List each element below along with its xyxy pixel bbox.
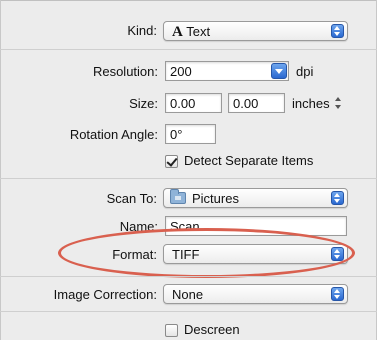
kind-value: A Text [172, 24, 210, 41]
kind-value-text: Text [186, 24, 211, 39]
resolution-dropdown-button[interactable] [271, 63, 287, 79]
popup-arrows-icon [331, 24, 344, 38]
rotation-value: 0° [170, 127, 183, 142]
separator [0, 311, 377, 312]
size-unit-stepper-icon[interactable] [335, 97, 343, 109]
popup-arrows-icon [331, 191, 344, 205]
rotation-label: Rotation Angle: [69, 127, 158, 142]
resolution-unit: dpi [296, 64, 314, 79]
size-width-input[interactable]: 0.00 [165, 93, 222, 113]
format-label: Format: [112, 247, 157, 262]
image-correction-value: None [172, 287, 204, 302]
size-unit-label: inches [292, 96, 330, 111]
image-correction-popup[interactable]: None [163, 284, 348, 304]
popup-arrows-icon [331, 247, 344, 261]
resolution-value: 200 [170, 64, 192, 79]
descreen-checkbox[interactable] [165, 324, 178, 337]
size-width-value: 0.00 [170, 96, 196, 111]
separator [0, 178, 377, 179]
format-popup[interactable]: TIFF [163, 244, 348, 264]
size-label: Size: [129, 96, 158, 111]
size-height-input[interactable]: 0.00 [228, 93, 285, 113]
popup-arrows-icon [331, 287, 344, 301]
name-value: Scan [170, 219, 200, 234]
detect-separate-checkbox[interactable] [165, 155, 178, 168]
image-correction-label: Image Correction: [53, 287, 157, 302]
detect-separate-label: Detect Separate Items [184, 153, 314, 168]
size-height-value: 0.00 [233, 96, 259, 111]
panel-left-edge [0, 0, 1, 340]
resolution-label: Resolution: [92, 64, 158, 79]
kind-popup[interactable]: A Text [163, 21, 348, 41]
text-kind-icon: A [172, 24, 183, 40]
descreen-label: Descreen [184, 322, 240, 337]
scan-to-popup[interactable]: Pictures [163, 188, 348, 208]
folder-icon [170, 189, 186, 204]
rotation-input[interactable]: 0° [165, 124, 216, 144]
scan-to-value: Pictures [192, 191, 239, 206]
name-input[interactable]: Scan [165, 216, 347, 236]
kind-label: Kind: [127, 23, 157, 38]
separator [0, 276, 377, 277]
format-value: TIFF [172, 247, 200, 262]
scan-to-label: Scan To: [106, 191, 157, 206]
name-label: Name: [119, 219, 158, 234]
top-border [0, 0, 377, 1]
separator [0, 49, 377, 50]
